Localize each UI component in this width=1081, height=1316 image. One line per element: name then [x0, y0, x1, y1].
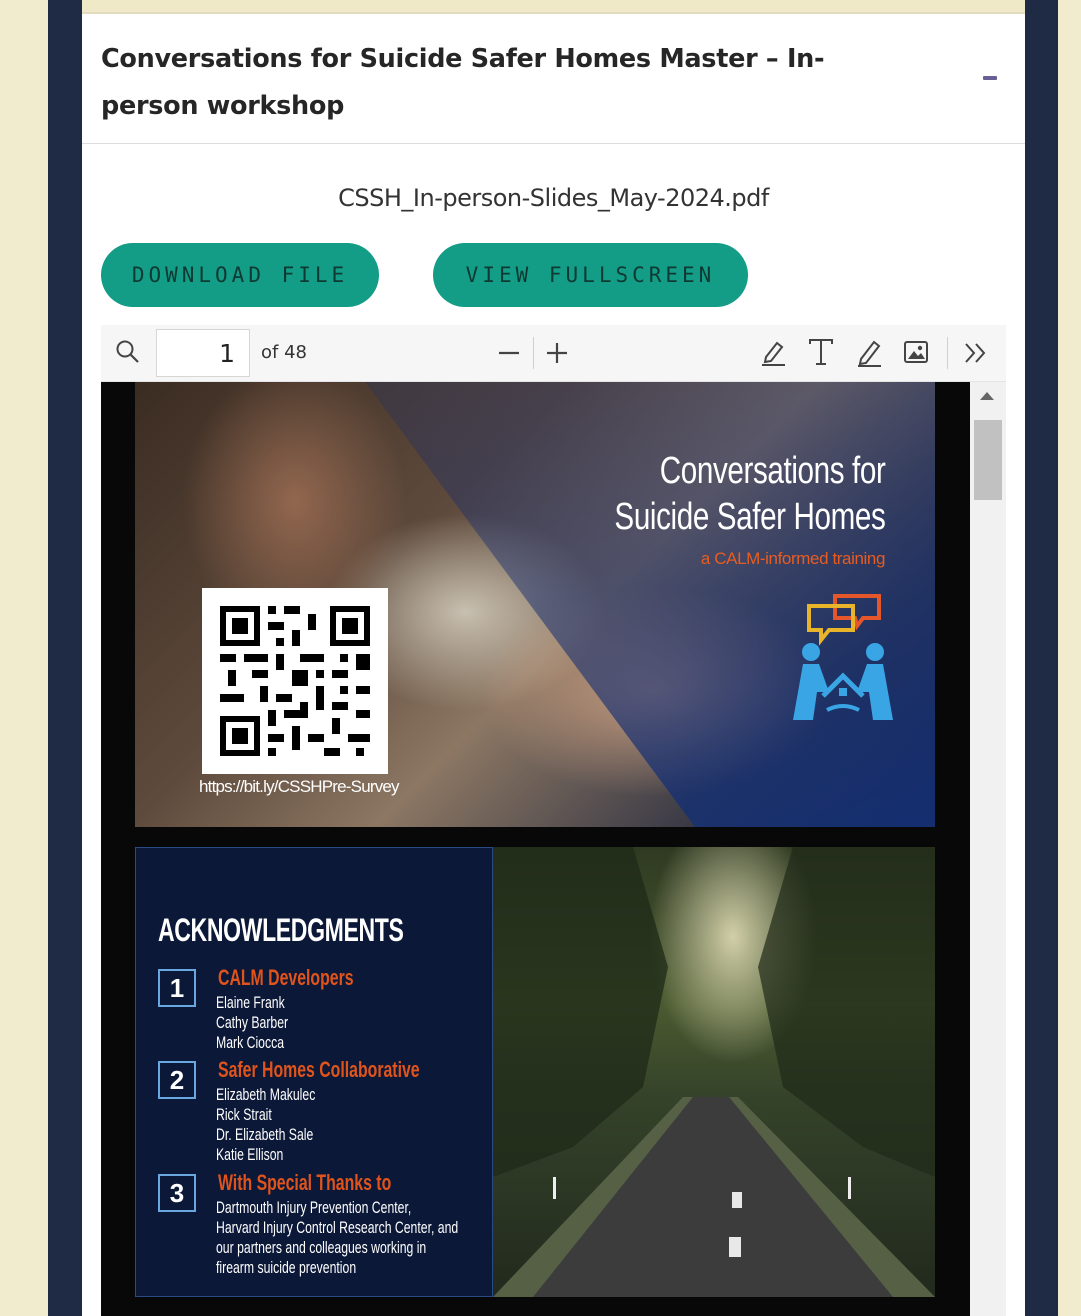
accordion-card: Conversations for Suicide Safer Homes Ma…	[82, 0, 1025, 1316]
more-tools-icon[interactable]	[963, 341, 989, 365]
ack-line: Katie Ellison	[216, 1145, 284, 1164]
forest-road-photo	[493, 847, 935, 1297]
ack-line: Elizabeth Makulec	[216, 1085, 316, 1104]
ack-line: Harvard Injury Control Research Center, …	[216, 1218, 459, 1237]
ack-line: Mark Ciocca	[216, 1033, 285, 1052]
ack-number: 3	[158, 1174, 196, 1212]
pdf-toolbar: of 48	[101, 325, 1006, 382]
view-fullscreen-button[interactable]: VIEW FULLSCREEN	[433, 243, 748, 307]
ack-item-body: Elizabeth Makulec Rick Strait Dr. Elizab…	[216, 1085, 315, 1165]
search-icon[interactable]	[115, 339, 141, 365]
right-frame-bar	[1025, 0, 1058, 1316]
ack-number: 1	[158, 969, 196, 1007]
ack-item-body: Dartmouth Injury Prevention Center, Harv…	[216, 1198, 458, 1278]
toolbar-divider	[947, 337, 948, 369]
section-title: Conversations for Suicide Safer Homes Ma…	[101, 44, 825, 121]
ack-item-title: With Special Thanks to	[218, 1170, 392, 1195]
text-icon[interactable]	[806, 337, 836, 367]
acknowledgments-panel: ACKNOWLEDGMENTS 1 CALM Developers Elaine…	[135, 847, 493, 1297]
file-name: CSSH_In-person-Slides_May-2024.pdf	[338, 184, 769, 212]
scroll-up-arrow-icon[interactable]	[980, 392, 994, 400]
ack-line: Rick Strait	[216, 1105, 272, 1124]
accordion-header[interactable]: Conversations for Suicide Safer Homes Ma…	[82, 14, 1025, 144]
minus-icon[interactable]	[979, 68, 1003, 92]
calm-logo	[793, 594, 893, 720]
survey-url: https://bit.ly/CSSHPre-Survey	[199, 777, 400, 796]
ack-item-title: CALM Developers	[218, 965, 354, 990]
highlight-icon[interactable]	[758, 337, 788, 367]
pdf-pages-area[interactable]: Conversations for Suicide Safer Homes a …	[101, 382, 970, 1316]
ack-line: our partners and colleagues working in	[216, 1238, 427, 1257]
ack-line: Cathy Barber	[216, 1013, 289, 1032]
zoom-in-icon[interactable]	[545, 341, 569, 365]
left-frame-bar	[48, 0, 82, 1316]
qr-code	[202, 588, 388, 774]
ack-line: firearm suicide prevention	[216, 1258, 357, 1277]
ack-item-title: Safer Homes Collaborative	[218, 1057, 420, 1082]
pdf-page-2: ACKNOWLEDGMENTS 1 CALM Developers Elaine…	[135, 847, 935, 1297]
download-file-button[interactable]: DOWNLOAD FILE	[101, 243, 379, 307]
zoom-out-icon[interactable]	[497, 341, 521, 365]
viewer-scrollbar[interactable]	[970, 382, 1006, 1316]
ack-number: 2	[158, 1061, 196, 1099]
image-icon[interactable]	[903, 339, 929, 365]
ack-line: Dr. Elizabeth Sale	[216, 1125, 314, 1144]
slide-subtitle: a CALM-informed training	[700, 549, 885, 568]
page-count-label: of 48	[261, 342, 307, 363]
ack-item-body: Elaine Frank Cathy Barber Mark Ciocca	[216, 993, 288, 1053]
scroll-thumb[interactable]	[974, 420, 1002, 500]
pdf-page-1: Conversations for Suicide Safer Homes a …	[135, 382, 935, 827]
previous-section-edge	[82, 0, 1025, 14]
slide-title-line-2: Suicide Safer Homes	[613, 496, 885, 538]
acknowledgments-heading: ACKNOWLEDGMENTS	[158, 912, 404, 948]
ack-line: Dartmouth Injury Prevention Center,	[216, 1198, 412, 1217]
toolbar-divider	[533, 337, 534, 369]
slide-title: Conversations for Suicide Safer Homes	[614, 448, 885, 540]
page-number-input[interactable]	[156, 329, 250, 377]
draw-icon[interactable]	[854, 337, 884, 367]
slide-title-line-1: Conversations for	[659, 450, 885, 492]
pdf-viewer: of 48	[101, 325, 1006, 1316]
ack-line: Elaine Frank	[216, 993, 285, 1012]
